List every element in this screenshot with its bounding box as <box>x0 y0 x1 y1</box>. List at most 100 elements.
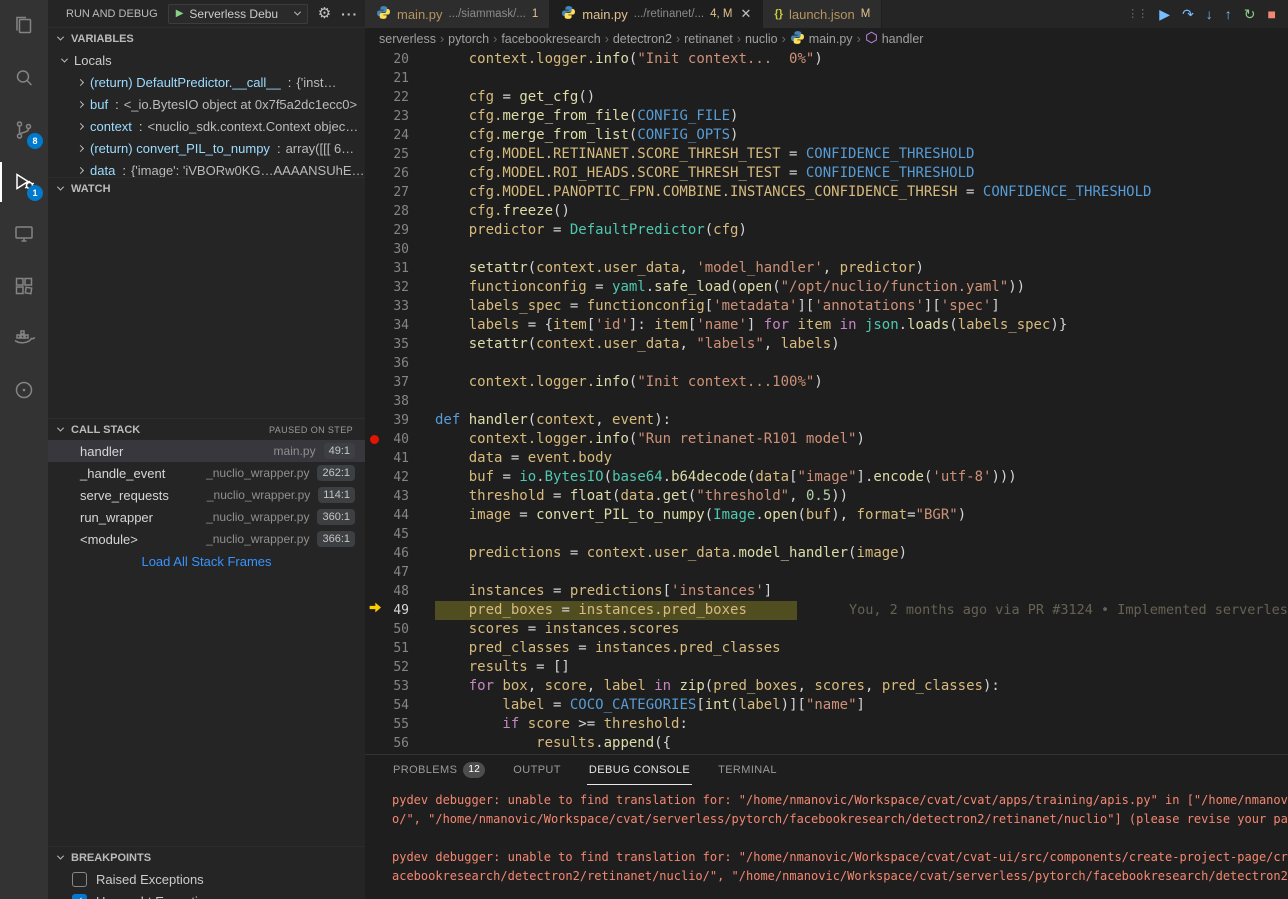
code-editor[interactable]: 20 context.logger.info("Init context... … <box>365 50 1288 754</box>
code-line[interactable]: 21 <box>365 69 1288 88</box>
breakpoint-row[interactable]: ✓Uncaught Exceptions <box>48 890 365 899</box>
breadcrumb-item[interactable]: handler <box>865 31 924 47</box>
gear-icon[interactable]: ⚙ <box>318 6 331 21</box>
call-stack-section-header[interactable]: CALL STACK PAUSED ON STEP <box>48 418 365 440</box>
code-line[interactable]: 27 cfg.MODEL.PANOPTIC_FPN.COMBINE.INSTAN… <box>365 183 1288 202</box>
code-line[interactable]: 41 data = event.body <box>365 449 1288 468</box>
breadcrumb-item[interactable]: detectron2 <box>613 32 672 46</box>
editor-tab-main.py[interactable]: main.py.../siammask/...1 <box>365 0 550 28</box>
checkbox[interactable]: ✓ <box>72 894 87 899</box>
code-line[interactable]: 30 <box>365 240 1288 259</box>
code-line[interactable]: 43 threshold = float(data.get("threshold… <box>365 487 1288 506</box>
stack-frame[interactable]: run_wrapper_nuclio_wrapper.py360:1 <box>48 506 365 528</box>
editor-tab-launch.json[interactable]: {}launch.jsonM <box>763 0 882 28</box>
code-line[interactable]: 24 cfg.merge_from_list(CONFIG_OPTS) <box>365 126 1288 145</box>
activity-bar-item-search[interactable] <box>0 52 48 104</box>
code-line[interactable]: 42 buf = io.BytesIO(base64.b64decode(dat… <box>365 468 1288 487</box>
variables-group-locals[interactable]: Locals <box>48 49 365 71</box>
editor-tab-main.py[interactable]: main.py.../retinanet/...4, M✕ <box>550 0 763 28</box>
stack-frame[interactable]: _handle_event_nuclio_wrapper.py262:1 <box>48 462 365 484</box>
more-actions-icon[interactable]: ··· <box>341 7 358 21</box>
variables-section-header[interactable]: VARIABLES <box>48 27 365 49</box>
variable-row[interactable]: (return) DefaultPredictor.__call__:{'ins… <box>48 71 365 93</box>
close-icon[interactable]: ✕ <box>741 6 752 22</box>
code-line[interactable]: 53 for box, score, label in zip(pred_box… <box>365 677 1288 696</box>
code-line[interactable]: 54 label = COCO_CATEGORIES[int(label)]["… <box>365 696 1288 715</box>
variable-row[interactable]: data:{'image': 'iVBORw0KG…AAAANSUhE… <box>48 159 365 177</box>
activity-bar-item-circle[interactable] <box>0 364 48 416</box>
code-line[interactable]: 52 results = [] <box>365 658 1288 677</box>
code-line[interactable]: 25 cfg.MODEL.RETINANET.SCORE_THRESH_TEST… <box>365 145 1288 164</box>
code-line[interactable]: 44 image = convert_PIL_to_numpy(Image.op… <box>365 506 1288 525</box>
code-line[interactable]: 46 predictions = context.user_data.model… <box>365 544 1288 563</box>
activity-bar-item-docker[interactable] <box>0 312 48 364</box>
gutter <box>365 677 383 696</box>
code-line[interactable]: 23 cfg.merge_from_file(CONFIG_FILE) <box>365 107 1288 126</box>
code-line[interactable]: 38 <box>365 392 1288 411</box>
step-into-icon[interactable]: ↓ <box>1206 7 1213 21</box>
gutter <box>365 544 383 563</box>
activity-bar-item-remote-explorer[interactable] <box>0 208 48 260</box>
code-line[interactable]: 56 results.append({ <box>365 734 1288 753</box>
code-line[interactable]: 29 predictor = DefaultPredictor(cfg) <box>365 221 1288 240</box>
breadcrumb-item[interactable]: pytorch <box>448 32 489 46</box>
code-line[interactable]: 35 setattr(context.user_data, "labels", … <box>365 335 1288 354</box>
panel-tab-terminal[interactable]: TERMINAL <box>716 755 779 785</box>
launch-config-dropdown[interactable]: ▶ Serverless Debu <box>168 4 308 24</box>
code-line[interactable]: 33 labels_spec = functionconfig['metadat… <box>365 297 1288 316</box>
breadcrumb-item[interactable]: main.py <box>790 30 853 48</box>
breakpoint-row[interactable]: Raised Exceptions <box>48 868 365 890</box>
start-debugging-icon[interactable]: ▶ <box>176 8 184 19</box>
activity-bar-item-source-control[interactable]: 8 <box>0 104 48 156</box>
debug-console-output[interactable]: pydev debugger: unable to find translati… <box>365 785 1288 899</box>
stop-icon[interactable]: ■ <box>1268 7 1276 21</box>
code-line[interactable]: 36 <box>365 354 1288 373</box>
code-line[interactable]: 37 context.logger.info("Init context...1… <box>365 373 1288 392</box>
continue-icon[interactable]: ▶ <box>1159 7 1170 21</box>
breadcrumb-item[interactable]: nuclio <box>745 32 778 46</box>
watch-section-header[interactable]: WATCH <box>48 177 365 199</box>
code-line[interactable]: 31 setattr(context.user_data, 'model_han… <box>365 259 1288 278</box>
panel-tab-debug-console[interactable]: DEBUG CONSOLE <box>587 755 692 785</box>
code-line[interactable]: 28 cfg.freeze() <box>365 202 1288 221</box>
variable-row[interactable]: context:<nuclio_sdk.context.Context obje… <box>48 115 365 137</box>
code-line[interactable]: 49 pred_boxes = instances.pred_boxesYou,… <box>365 601 1288 620</box>
activity-bar-item-extensions[interactable] <box>0 260 48 312</box>
tab-badge: 4, M <box>710 8 732 20</box>
breadcrumb-item[interactable]: retinanet <box>684 32 733 46</box>
activity-bar-item-files[interactable] <box>0 0 48 52</box>
stack-frame[interactable]: handlermain.py49:1 <box>48 440 365 462</box>
variable-row[interactable]: buf:<_io.BytesIO object at 0x7f5a2dc1ecc… <box>48 93 365 115</box>
code-line[interactable]: 26 cfg.MODEL.ROI_HEADS.SCORE_THRESH_TEST… <box>365 164 1288 183</box>
step-out-icon[interactable]: ↑ <box>1225 7 1232 21</box>
code-line[interactable]: 51 pred_classes = instances.pred_classes <box>365 639 1288 658</box>
code-line[interactable]: 32 functionconfig = yaml.safe_load(open(… <box>365 278 1288 297</box>
chevron-right-icon <box>77 144 84 151</box>
code-line[interactable]: 50 scores = instances.scores <box>365 620 1288 639</box>
tab-description: .../siammask/... <box>449 8 526 20</box>
breadcrumb-item[interactable]: serverless <box>379 32 436 46</box>
code-line[interactable]: 40 context.logger.info("Run retinanet-R1… <box>365 430 1288 449</box>
code-line[interactable]: 39def handler(context, event): <box>365 411 1288 430</box>
restart-icon[interactable]: ↻ <box>1244 7 1256 21</box>
checkbox[interactable] <box>72 872 87 887</box>
variable-row[interactable]: (return) convert_PIL_to_numpy:array([[[ … <box>48 137 365 159</box>
panel-tab-problems[interactable]: PROBLEMS12 <box>391 755 487 785</box>
code-line[interactable]: 34 labels = {item['id']: item['name'] fo… <box>365 316 1288 335</box>
tab-label: launch.json <box>789 7 855 22</box>
code-line[interactable]: 47 <box>365 563 1288 582</box>
code-line[interactable]: 55 if score >= threshold: <box>365 715 1288 734</box>
stack-frame[interactable]: <module>_nuclio_wrapper.py366:1 <box>48 528 365 550</box>
panel-tab-output[interactable]: OUTPUT <box>511 755 563 785</box>
breakpoint-gutter[interactable] <box>365 430 383 449</box>
code-line[interactable]: 45 <box>365 525 1288 544</box>
stack-frame[interactable]: serve_requests_nuclio_wrapper.py114:1 <box>48 484 365 506</box>
step-over-icon[interactable]: ↷ <box>1182 7 1194 21</box>
code-line[interactable]: 20 context.logger.info("Init context... … <box>365 50 1288 69</box>
load-all-stack-frames-link[interactable]: Load All Stack Frames <box>48 554 365 569</box>
code-line[interactable]: 48 instances = predictions['instances'] <box>365 582 1288 601</box>
breadcrumb-item[interactable]: facebookresearch <box>501 32 600 46</box>
breakpoints-section-header[interactable]: BREAKPOINTS <box>48 846 365 868</box>
code-line[interactable]: 22 cfg = get_cfg() <box>365 88 1288 107</box>
activity-bar-item-run-debug[interactable]: 1 <box>0 156 48 208</box>
